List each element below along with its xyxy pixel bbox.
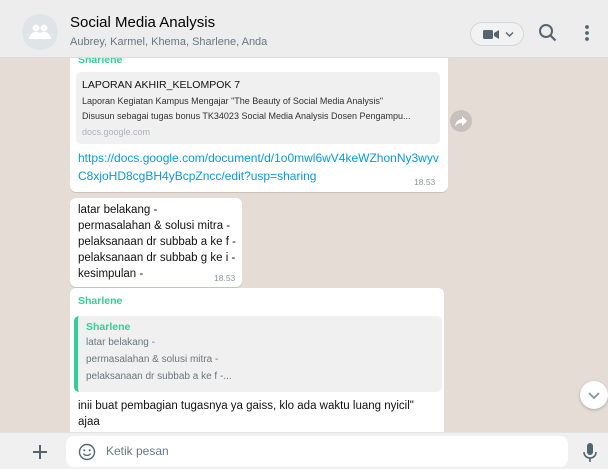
- forward-icon: [455, 116, 467, 127]
- emoji-icon: [78, 443, 96, 461]
- attach-button[interactable]: [30, 442, 50, 462]
- chevron-down-icon: [588, 392, 600, 400]
- preview-domain: docs.google.com: [82, 127, 151, 137]
- video-call-button[interactable]: [470, 22, 524, 46]
- voice-message-button[interactable]: [582, 442, 598, 464]
- forward-button[interactable]: [450, 110, 472, 132]
- search-icon: [539, 24, 557, 42]
- group-avatar[interactable]: [22, 14, 58, 50]
- message-text: ajaa: [78, 416, 100, 428]
- message-text: pelaksanaan dr subbab g ke i -: [78, 252, 236, 264]
- message-input-box[interactable]: [66, 436, 568, 467]
- chat-header: Social Media Analysis Aubrey, Karmel, Kh…: [0, 0, 608, 58]
- message-input[interactable]: [106, 440, 546, 462]
- quoted-text: pelaksanaan dr subbab a ke f -...: [86, 371, 232, 382]
- message-text: inii buat pembagian tugasnya ya gaiss, k…: [78, 400, 414, 412]
- message-sender[interactable]: Sharlene: [78, 295, 122, 307]
- message-text: latar belakang -: [78, 204, 158, 216]
- preview-title: LAPORAN AKHIR_KELOMPOK 7: [82, 79, 241, 91]
- message-bubble[interactable]: latar belakang - permasalahan & solusi m…: [70, 198, 242, 287]
- group-members[interactable]: Aubrey, Karmel, Khema, Sharlene, Anda: [70, 36, 267, 48]
- quoted-message[interactable]: Sharlene latar belakang - permasalahan &…: [74, 316, 442, 392]
- preview-description: Laporan Kegiatan Kampus Mengajar "The Be…: [82, 96, 384, 106]
- message-bubble[interactable]: Sharlene LAPORAN AKHIR_KELOMPOK 7 Lapora…: [70, 58, 448, 192]
- message-time: 18.53: [214, 273, 236, 283]
- quoted-text: permasalahan & solusi mitra -: [86, 354, 219, 365]
- message-text: permasalahan & solusi mitra -: [78, 220, 231, 232]
- message-link[interactable]: C8xjoHD8cgBH4yBcpZncc/edit?usp=sharing: [78, 169, 316, 183]
- microphone-icon: [583, 443, 597, 462]
- video-call-icon: [483, 30, 499, 39]
- message-link[interactable]: https://docs.google.com/document/d/1o0mw…: [78, 151, 439, 165]
- more-options-icon: [585, 25, 589, 41]
- message-list[interactable]: Sharlene LAPORAN AKHIR_KELOMPOK 7 Lapora…: [0, 58, 608, 432]
- emoji-button[interactable]: [78, 443, 96, 461]
- chevron-down-icon: [505, 32, 514, 37]
- quoted-sender: Sharlene: [86, 321, 131, 333]
- chat-title[interactable]: Social Media Analysis: [70, 14, 215, 31]
- message-time: 18.53: [414, 177, 436, 187]
- message-text: pelaksanaan dr subbab a ke f -: [78, 236, 236, 248]
- quoted-text: latar belakang -: [86, 337, 155, 348]
- message-bubble[interactable]: Sharlene Sharlene latar belakang - perma…: [70, 288, 444, 432]
- message-text: kesimpulan -: [78, 268, 144, 280]
- message-sender[interactable]: Sharlene: [78, 58, 122, 66]
- message-composer: [0, 432, 608, 469]
- link-preview[interactable]: LAPORAN AKHIR_KELOMPOK 7 Laporan Kegiata…: [76, 72, 440, 144]
- more-options-button[interactable]: [580, 21, 594, 45]
- group-avatar-icon: [29, 24, 51, 39]
- preview-description: Disusun sebagai tugas bonus TK34023 Soci…: [82, 111, 411, 121]
- plus-icon: [33, 445, 47, 459]
- scroll-to-bottom-button[interactable]: [580, 381, 608, 409]
- search-button[interactable]: [537, 21, 559, 45]
